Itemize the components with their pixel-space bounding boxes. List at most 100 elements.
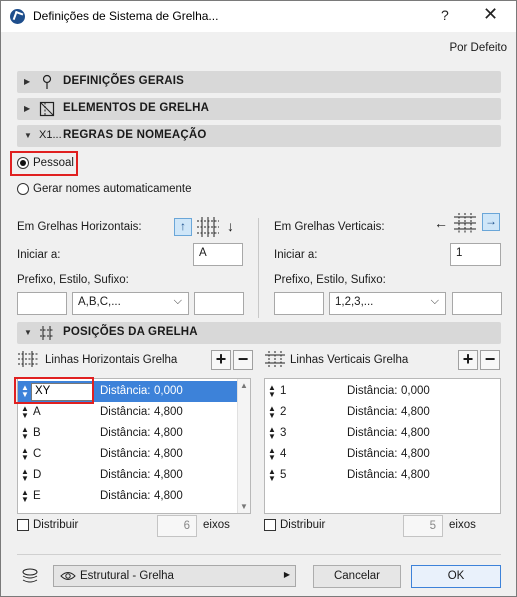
layer-select-value: Estrutural - Grelha xyxy=(80,570,174,582)
grid-name: A xyxy=(33,406,41,418)
reorder-icon[interactable]: ▲ ▼ xyxy=(268,426,276,441)
close-button[interactable]: ✕ xyxy=(483,4,498,25)
list-item[interactable]: ▲ ▼ E Distância: 4,800 xyxy=(18,486,250,507)
radio-auto-names-label: Gerar nomes automaticamente xyxy=(33,183,192,195)
help-button[interactable]: ? xyxy=(441,7,449,23)
distribute-horizontal-checkbox[interactable] xyxy=(17,519,29,531)
vertical-style-value: 1,2,3,... xyxy=(335,296,374,308)
vertical-lines-list[interactable]: ▲ ▼ 1 Distância: 0,000 ▲ ▼ 2 Distância: 4,… xyxy=(264,378,501,514)
horizontal-prefix-input[interactable] xyxy=(17,292,67,315)
distance-value[interactable]: 4,800 xyxy=(401,469,430,481)
radio-auto-names[interactable] xyxy=(17,183,29,195)
reorder-icon[interactable]: ▲ ▼ xyxy=(268,468,276,483)
distance-value[interactable]: 0,000 xyxy=(401,385,430,397)
section-grid-elements[interactable]: ▶ ELEMENTOS DE GRELHA xyxy=(17,98,501,120)
horizontal-axes-label: eixos xyxy=(203,519,230,531)
horizontal-grid-lines-icon xyxy=(197,217,219,237)
section-naming-label: REGRAS DE NOMEAÇÃO xyxy=(63,129,207,141)
list-item[interactable]: ▲ ▼ 3 Distância: 4,800 xyxy=(265,423,500,444)
list-item[interactable]: ▲ ▼ B Distância: 4,800 xyxy=(18,423,250,444)
chevron-down-icon: ⌵ xyxy=(173,295,182,307)
reorder-icon[interactable]: ▲ ▼ xyxy=(21,426,29,441)
distance-value[interactable]: 4,800 xyxy=(401,448,430,460)
list-item[interactable]: ▲ ▼ C Distância: 4,800 xyxy=(18,444,250,465)
distribute-horizontal-label: Distribuir xyxy=(33,519,79,531)
vertical-scrollbar[interactable]: ▲ ▼ xyxy=(237,379,250,513)
grid-element-icon xyxy=(39,101,55,117)
title-bar: Definições de Sistema de Grelha... ? ✕ xyxy=(1,1,516,32)
ok-button[interactable]: OK xyxy=(411,565,501,588)
distance-label: Distância: xyxy=(100,469,151,481)
arrow-left-icon[interactable]: ← xyxy=(434,215,448,231)
arrow-up-icon[interactable]: ↑ xyxy=(174,218,192,236)
section-positions-label: POSIÇÕES DA GRELHA xyxy=(63,326,198,338)
distance-label: Distância: xyxy=(347,406,398,418)
distance-value[interactable]: 4,800 xyxy=(401,427,430,439)
arrow-right-icon[interactable]: → xyxy=(482,213,500,231)
horizontal-start-input[interactable]: A xyxy=(193,243,243,266)
reorder-icon[interactable]: ▲ ▼ xyxy=(268,384,276,399)
distance-value[interactable]: 4,800 xyxy=(154,469,183,481)
distance-value[interactable]: 4,800 xyxy=(154,406,183,418)
list-item[interactable]: ▲ ▼ 5 Distância: 4,800 xyxy=(265,465,500,486)
highlight-box xyxy=(14,377,94,404)
remove-vertical-line-button[interactable]: − xyxy=(480,350,500,370)
grid-marker-icon xyxy=(42,74,52,89)
grid-name: B xyxy=(33,427,41,439)
distribute-vertical-checkbox[interactable] xyxy=(264,519,276,531)
radio-personal[interactable] xyxy=(17,157,29,169)
vertical-suffix-input[interactable] xyxy=(452,292,502,315)
distance-value[interactable]: 4,800 xyxy=(154,490,183,502)
distance-label: Distância: xyxy=(347,448,398,460)
scroll-down-icon[interactable]: ▼ xyxy=(240,502,248,511)
grid-name: C xyxy=(33,448,42,460)
distance-value[interactable]: 4,800 xyxy=(154,448,183,460)
grid-positions-icon xyxy=(40,326,54,340)
vertical-start-input[interactable]: 1 xyxy=(450,243,501,266)
layer-select[interactable]: Estrutural - Grelha ▶ xyxy=(53,565,296,587)
distance-value[interactable]: 4,800 xyxy=(401,406,430,418)
reorder-icon[interactable]: ▲ ▼ xyxy=(21,468,29,483)
horizontal-axes-count[interactable]: 6 xyxy=(157,515,197,537)
list-item[interactable]: ▲ ▼ 4 Distância: 4,800 xyxy=(265,444,500,465)
vertical-prefix-input[interactable] xyxy=(274,292,324,315)
eye-icon[interactable] xyxy=(60,570,76,582)
add-vertical-line-button[interactable]: + xyxy=(458,350,478,370)
cancel-button[interactable]: Cancelar xyxy=(313,565,401,588)
horizontal-lines-title: Linhas Horizontais Grelha xyxy=(45,354,178,366)
reorder-icon[interactable]: ▲ ▼ xyxy=(21,405,29,420)
vertical-axes-label: eixos xyxy=(449,519,476,531)
vertical-style-select[interactable]: 1,2,3,... ⌵ xyxy=(329,292,446,315)
remove-horizontal-line-button[interactable]: − xyxy=(233,350,253,370)
reorder-icon[interactable]: ▲ ▼ xyxy=(268,405,276,420)
section-naming-rules[interactable]: ▼ X1... REGRAS DE NOMEAÇÃO xyxy=(17,125,501,147)
default-settings-link[interactable]: Por Defeito xyxy=(449,42,507,54)
section-grid-positions[interactable]: ▼ POSIÇÕES DA GRELHA xyxy=(17,322,501,344)
collapse-triangle-icon: ▼ xyxy=(24,328,32,337)
distance-label: Distância: xyxy=(100,406,151,418)
list-item[interactable]: ▲ ▼ D Distância: 4,800 xyxy=(18,465,250,486)
reorder-icon[interactable]: ▲ ▼ xyxy=(21,447,29,462)
app-logo-icon xyxy=(10,9,25,24)
section-general-settings[interactable]: ▶ DEFINIÇÕES GERAIS xyxy=(17,71,501,93)
horizontal-suffix-input[interactable] xyxy=(194,292,244,315)
scroll-up-icon[interactable]: ▲ xyxy=(240,381,248,390)
add-horizontal-line-button[interactable]: + xyxy=(211,350,231,370)
dialog-content: Por Defeito ▶ DEFINIÇÕES GERAIS ▶ ELEMEN… xyxy=(1,32,516,596)
reorder-icon[interactable]: ▲ ▼ xyxy=(268,447,276,462)
arrow-down-icon[interactable]: ↓ xyxy=(227,218,234,234)
chevron-down-icon: ⌵ xyxy=(430,295,439,307)
horizontal-style-select[interactable]: A,B,C,... ⌵ xyxy=(72,292,189,315)
vertical-axes-count[interactable]: 5 xyxy=(403,515,443,537)
reorder-icon[interactable]: ▲ ▼ xyxy=(21,489,29,504)
grid-name: 3 xyxy=(280,427,287,439)
list-item[interactable]: ▲ ▼ 2 Distância: 4,800 xyxy=(265,402,500,423)
radio-personal-label: Pessoal xyxy=(33,157,74,169)
vertical-lines-title: Linhas Verticais Grelha xyxy=(290,354,409,366)
distance-value[interactable]: 4,800 xyxy=(154,427,183,439)
collapse-triangle-icon: ▼ xyxy=(24,131,32,140)
list-item[interactable]: ▲ ▼ A Distância: 4,800 xyxy=(18,402,250,423)
list-item[interactable]: ▲ ▼ 1 Distância: 0,000 xyxy=(265,381,500,402)
grid-name: 2 xyxy=(280,406,287,418)
distance-value[interactable]: 0,000 xyxy=(154,385,183,397)
